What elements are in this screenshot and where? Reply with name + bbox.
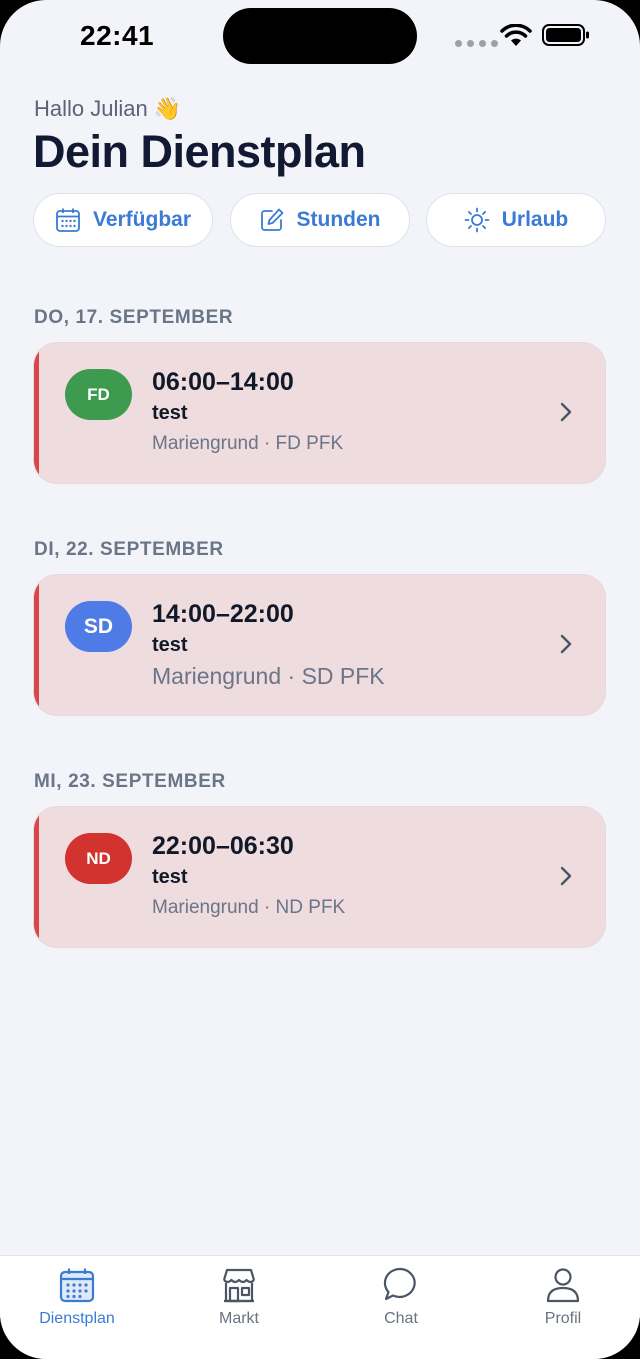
wifi-icon bbox=[500, 24, 532, 46]
shift-name: test bbox=[152, 634, 188, 656]
shift-badge: SD bbox=[65, 601, 132, 652]
tab-bar: Dienstplan Markt Chat Profil bbox=[0, 1255, 640, 1359]
tab-label: Dienstplan bbox=[39, 1310, 115, 1327]
chevron-right-icon bbox=[560, 634, 572, 654]
shift-time: 14:00–22:00 bbox=[152, 600, 294, 628]
shift-name: test bbox=[152, 402, 188, 424]
shift-location: Mariengrund · FD PFK bbox=[152, 433, 344, 454]
shift-time: 22:00–06:30 bbox=[152, 832, 294, 860]
shift-card[interactable]: FD 06:00–14:00 test Mariengrund · FD PFK bbox=[33, 342, 606, 484]
shift-card[interactable]: SD 14:00–22:00 test Mariengrund · SD PFK bbox=[33, 574, 606, 716]
calendar-icon bbox=[56, 208, 80, 232]
status-time: 22:41 bbox=[80, 20, 155, 51]
dynamic-island bbox=[223, 8, 417, 64]
tab-dienstplan[interactable]: Dienstplan bbox=[17, 1266, 137, 1328]
chevron-right-icon bbox=[560, 866, 572, 886]
shift-card-stripe bbox=[34, 807, 39, 947]
store-icon bbox=[222, 1268, 256, 1303]
shift-location: Mariengrund · SD PFK bbox=[152, 663, 385, 689]
shift-badge: FD bbox=[65, 369, 132, 420]
calendar-icon bbox=[59, 1268, 95, 1303]
person-icon bbox=[546, 1268, 580, 1303]
tab-label: Chat bbox=[384, 1310, 418, 1327]
available-button-label: Verfügbar bbox=[92, 208, 192, 231]
date-header: DO, 17. SEPTEMBER bbox=[34, 307, 234, 328]
status-bar: 22:41 bbox=[0, 0, 640, 80]
sun-icon bbox=[464, 207, 490, 233]
hours-button-label: Stunden bbox=[296, 208, 381, 231]
edit-icon bbox=[260, 208, 283, 231]
tab-chat[interactable]: Chat bbox=[341, 1266, 461, 1328]
shift-card-stripe bbox=[34, 575, 39, 715]
date-header: MI, 23. SEPTEMBER bbox=[34, 771, 226, 792]
tab-markt[interactable]: Markt bbox=[179, 1266, 299, 1328]
vacation-button[interactable]: Urlaub bbox=[426, 193, 606, 247]
shift-card[interactable]: ND 22:00–06:30 test Mariengrund · ND PFK bbox=[33, 806, 606, 948]
chevron-right-icon bbox=[560, 402, 572, 422]
shift-card-stripe bbox=[34, 343, 39, 483]
greeting-text: Hallo Julian 👋 bbox=[34, 96, 182, 121]
quick-actions: Verfügbar Stunden Urlaub bbox=[33, 193, 606, 247]
shift-badge: ND bbox=[65, 833, 132, 884]
battery-icon bbox=[542, 24, 589, 46]
hours-button[interactable]: Stunden bbox=[229, 193, 410, 247]
date-header: DI, 22. SEPTEMBER bbox=[34, 539, 224, 560]
tab-label: Markt bbox=[219, 1310, 259, 1327]
shift-time: 06:00–14:00 bbox=[152, 368, 294, 396]
shift-name: test bbox=[152, 866, 188, 888]
vacation-button-label: Urlaub bbox=[501, 208, 569, 231]
app-screen: 22:41 Hallo Julian 👋 Dein Dienstplan Ver… bbox=[0, 0, 640, 1359]
chat-bubble-icon bbox=[383, 1267, 416, 1301]
tab-label: Profil bbox=[544, 1310, 582, 1327]
cellular-signal-icon bbox=[455, 40, 498, 47]
shift-location: Mariengrund · ND PFK bbox=[152, 897, 346, 918]
available-button[interactable]: Verfügbar bbox=[33, 193, 213, 247]
page-title: Dein Dienstplan bbox=[33, 126, 366, 177]
tab-profil[interactable]: Profil bbox=[503, 1266, 623, 1328]
